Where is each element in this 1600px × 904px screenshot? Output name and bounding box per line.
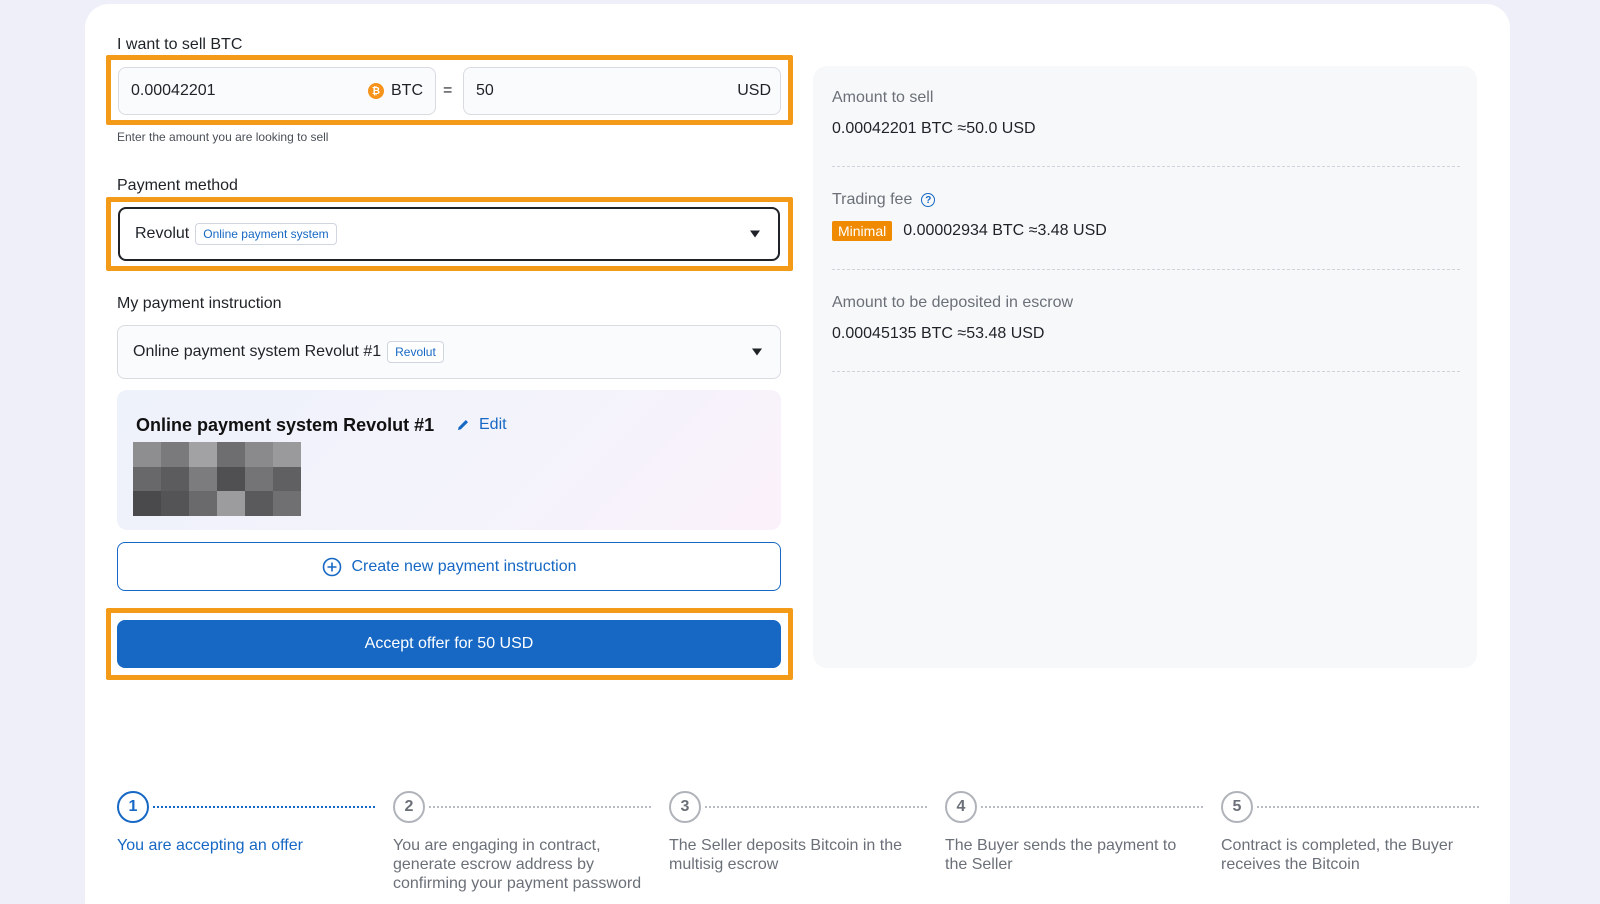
step-2-circle: 2 <box>393 791 425 823</box>
step-4-circle: 4 <box>945 791 977 823</box>
step-4-line <box>981 806 1203 808</box>
plus-circle-icon <box>322 557 341 576</box>
sell-label: I want to sell BTC <box>117 36 243 53</box>
instruction-select[interactable]: Online payment system Revolut #1 Revolut <box>117 325 781 379</box>
trading-fee-row: Trading fee ? <box>832 191 936 209</box>
redacted-qr-image <box>133 442 301 516</box>
step-3-circle: 3 <box>669 791 701 823</box>
amount-to-sell-value: 0.00042201 BTC ≈50.0 USD <box>832 120 1036 137</box>
bitcoin-icon: ₿ <box>368 83 384 99</box>
instruction-card: Online payment system Revolut #1 Edit <box>117 390 781 530</box>
trading-fee-value-row: Minimal 0.00002934 BTC ≈3.48 USD <box>832 221 1107 241</box>
create-instruction-label: Create new payment instruction <box>351 557 577 575</box>
instruction-tag: Revolut <box>387 341 444 363</box>
btc-amount-value: 0.00042201 <box>131 82 216 99</box>
instruction-card-title: Online payment system Revolut #1 <box>136 415 435 435</box>
summary-panel: Amount to sell 0.00042201 BTC ≈50.0 USD … <box>813 66 1477 668</box>
step-5-line <box>1257 806 1479 808</box>
btc-currency: BTC <box>391 82 423 99</box>
payment-method-select[interactable]: Revolut Online payment system <box>118 207 780 261</box>
step-5-circle: 5 <box>1221 791 1253 823</box>
usd-currency: USD <box>737 82 771 99</box>
step-3-line <box>705 806 927 808</box>
payment-method-label: Payment method <box>117 177 238 194</box>
step-2-text: You are engaging in contract, generate e… <box>393 837 642 892</box>
instruction-value: Online payment system Revolut #1 <box>133 343 382 360</box>
step-1-line <box>153 806 375 808</box>
usd-amount-input[interactable]: 50 USD <box>463 67 781 115</box>
pencil-icon <box>458 420 468 430</box>
payment-method-tag: Online payment system <box>195 223 337 245</box>
amount-hint: Enter the amount you are looking to sell <box>117 130 329 144</box>
help-icon[interactable]: ? <box>921 193 936 207</box>
escrow-value: 0.00045135 BTC ≈53.48 USD <box>832 325 1045 342</box>
edit-label: Edit <box>479 416 507 433</box>
edit-button[interactable]: Edit <box>456 416 507 434</box>
step-5-text: Contract is completed, the Buyer receive… <box>1221 837 1454 873</box>
step-3-text: The Seller deposits Bitcoin in the multi… <box>669 837 903 873</box>
create-instruction-button[interactable]: Create new payment instruction <box>117 542 781 591</box>
divider <box>832 166 1460 167</box>
fee-badge: Minimal <box>832 221 893 241</box>
equals-sign: = <box>443 82 453 99</box>
btc-amount-input[interactable]: 0.00042201 ₿ BTC <box>118 67 436 115</box>
step-4-text: The Buyer sends the payment to the Selle… <box>945 837 1177 873</box>
instruction-label: My payment instruction <box>117 295 282 312</box>
step-1-text: You are accepting an offer <box>117 837 303 854</box>
trading-fee-value: 0.00002934 BTC ≈3.48 USD <box>903 222 1107 239</box>
escrow-label: Amount to be deposited in escrow <box>832 294 1074 311</box>
step-1-circle: 1 <box>117 791 149 823</box>
accept-offer-button[interactable]: Accept offer for 50 USD <box>117 620 781 668</box>
trading-fee-label: Trading fee <box>832 191 913 208</box>
chevron-down-icon <box>750 230 760 238</box>
amount-to-sell-label: Amount to sell <box>832 89 934 106</box>
step-2-line <box>429 806 651 808</box>
chevron-down-icon <box>752 348 762 356</box>
divider <box>832 371 1460 372</box>
usd-amount-value: 50 <box>476 82 494 99</box>
divider <box>832 269 1460 270</box>
payment-method-value: Revolut <box>135 225 190 242</box>
